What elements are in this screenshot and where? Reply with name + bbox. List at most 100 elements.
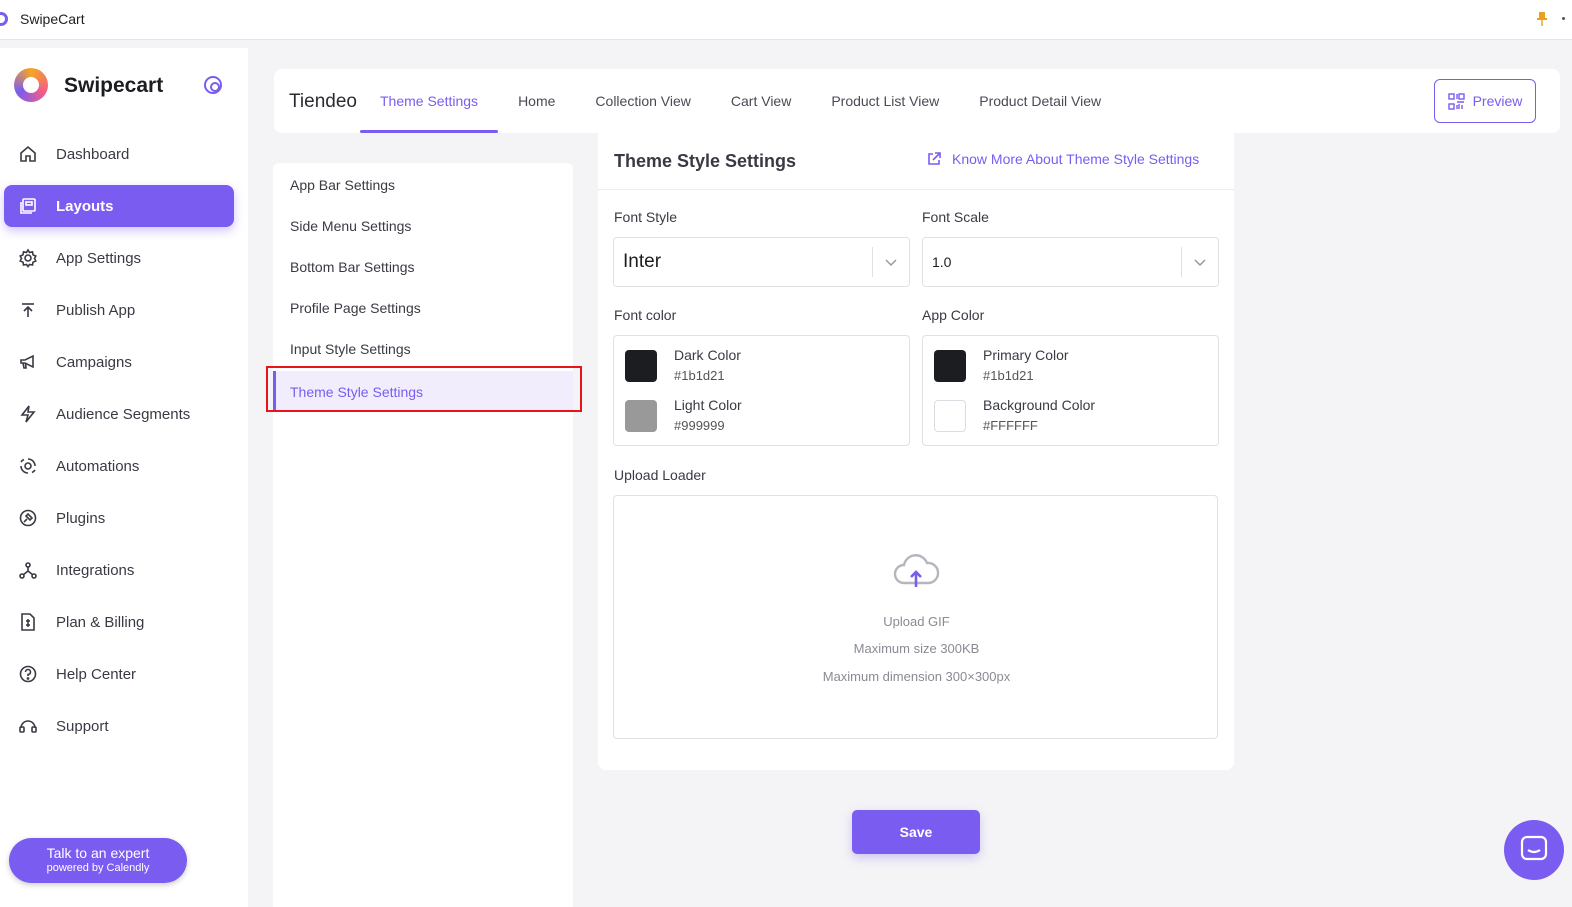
more-dot-icon[interactable]: [1562, 17, 1565, 20]
app-color-card: Primary Color #1b1d21 Background Color #…: [922, 335, 1219, 446]
font-scale-label: Font Scale: [922, 209, 989, 225]
sidebar-item-audience-segments[interactable]: Audience Segments: [4, 393, 234, 435]
sidebar-item-label: Help Center: [56, 665, 137, 683]
automation-icon: [18, 456, 38, 476]
tab-product-detail-view[interactable]: Product Detail View: [959, 69, 1121, 133]
sidebar-item-label: Layouts: [56, 197, 114, 215]
sidebar-item-label: Dashboard: [56, 145, 130, 163]
tab-home[interactable]: Home: [498, 69, 575, 133]
app-logo-icon: [0, 12, 8, 26]
color-name: Background Color: [983, 397, 1096, 413]
save-button[interactable]: Save: [852, 810, 980, 854]
tab-theme-settings[interactable]: Theme Settings: [360, 69, 499, 133]
chevron-down-icon: [885, 259, 897, 267]
sidebar-item-label: Plan & Billing: [56, 613, 145, 631]
panel-title: Theme Style Settings: [614, 151, 797, 171]
sidebar-item-label: Automations: [56, 457, 140, 475]
menu-item-side-menu-settings[interactable]: Side Menu Settings: [273, 205, 573, 246]
upload-title: Upload GIF: [883, 614, 950, 629]
light-color-swatch[interactable]: [625, 400, 657, 432]
qr-code-icon: [1447, 92, 1465, 110]
sidebar-item-publish-app[interactable]: Publish App: [4, 289, 234, 331]
sidebar-nav: Dashboard Layouts App Settings Publish A…: [4, 133, 234, 757]
integrations-icon: [18, 560, 38, 580]
sidebar-item-plugins[interactable]: Plugins: [4, 497, 234, 539]
pin-icon[interactable]: [1537, 12, 1547, 26]
upload-max-size: Maximum size 300KB: [853, 641, 980, 656]
font-scale-select[interactable]: 1.0: [922, 237, 1219, 287]
sidebar-item-support[interactable]: Support: [4, 705, 234, 747]
panel-header: Theme Style Settings Know More About The…: [598, 133, 1234, 190]
dark-color-swatch[interactable]: [625, 350, 657, 382]
megaphone-icon: [18, 352, 38, 372]
sidebar-item-app-settings[interactable]: App Settings: [4, 237, 234, 279]
font-style-select[interactable]: Inter: [613, 237, 910, 287]
dark-color-picker[interactable]: Dark Color #1b1d21: [625, 347, 895, 387]
sidebar-item-integrations[interactable]: Integrations: [4, 549, 234, 591]
sidebar-item-layouts[interactable]: Layouts: [4, 185, 234, 227]
menu-item-profile-page-settings[interactable]: Profile Page Settings: [273, 287, 573, 328]
font-color-label: Font color: [614, 307, 677, 323]
sidebar-item-label: Publish App: [56, 301, 136, 319]
color-name: Primary Color: [983, 347, 1069, 363]
font-scale-value: 1.0: [932, 254, 952, 270]
sidebar-item-dashboard[interactable]: Dashboard: [4, 133, 234, 175]
chevron-down-icon: [1194, 259, 1206, 267]
sidebar-item-campaigns[interactable]: Campaigns: [4, 341, 234, 383]
annotation-highlight-box: [266, 366, 582, 412]
upload-max-dimension: Maximum dimension 300×300px: [822, 669, 1011, 684]
layout-tabs: Theme Settings Home Collection View Cart…: [360, 69, 1121, 133]
chat-launcher-button[interactable]: [1504, 820, 1564, 880]
light-color-picker[interactable]: Light Color #999999: [625, 397, 895, 437]
talk-to-expert-button[interactable]: Talk to an expert powered by Calendly: [9, 838, 187, 883]
sidebar-item-label: Audience Segments: [56, 405, 191, 423]
preview-label: Preview: [1472, 93, 1523, 109]
brand: Swipecart: [14, 68, 163, 102]
settings-menu: App Bar Settings Side Menu Settings Bott…: [266, 163, 582, 907]
expert-label: Talk to an expert: [46, 845, 150, 861]
store-name: Tiendeo: [289, 91, 357, 112]
expert-sublabel: powered by Calendly: [46, 862, 150, 874]
theme-style-panel: Theme Style Settings Know More About The…: [598, 133, 1234, 770]
menu-item-app-bar-settings[interactable]: App Bar Settings: [273, 164, 573, 205]
upload-loader-dropzone[interactable]: Upload GIF Maximum size 300KB Maximum di…: [613, 495, 1218, 739]
upload-loader-label: Upload Loader: [614, 467, 706, 483]
color-name: Light Color: [674, 397, 742, 413]
tab-cart-view[interactable]: Cart View: [711, 69, 811, 133]
brand-target-icon[interactable]: [204, 76, 222, 94]
tab-product-list-view[interactable]: Product List View: [811, 69, 959, 133]
color-hex: #1b1d21: [674, 368, 725, 383]
color-hex: #1b1d21: [983, 368, 1034, 383]
support-icon: [18, 716, 38, 736]
sidebar-item-plan-billing[interactable]: Plan & Billing: [4, 601, 234, 643]
sidebar-item-automations[interactable]: Automations: [4, 445, 234, 487]
billing-icon: [18, 612, 38, 632]
background-color-picker[interactable]: Background Color #FFFFFF: [934, 397, 1204, 437]
brand-name: Swipecart: [64, 74, 164, 97]
sidebar-item-label: Plugins: [56, 509, 106, 527]
sidebar-item-label: Integrations: [56, 561, 135, 579]
background-color-swatch[interactable]: [934, 400, 966, 432]
help-icon: [18, 664, 38, 684]
window-titlebar: SwipeCart: [0, 0, 1572, 40]
swipecart-logo-icon: [14, 68, 48, 102]
menu-item-bottom-bar-settings[interactable]: Bottom Bar Settings: [273, 246, 573, 287]
menu-item-input-style-settings[interactable]: Input Style Settings: [273, 328, 573, 369]
preview-button[interactable]: Preview: [1434, 79, 1536, 123]
color-name: Dark Color: [674, 347, 741, 363]
home-icon: [18, 144, 38, 164]
font-style-value: Inter: [623, 251, 662, 272]
know-more-link[interactable]: Know More About Theme Style Settings: [926, 151, 1199, 167]
sidebar-item-help-center[interactable]: Help Center: [4, 653, 234, 695]
external-link-icon: [928, 152, 941, 165]
sidebar-item-label: Support: [56, 717, 109, 735]
font-color-card: Dark Color #1b1d21 Light Color #999999: [613, 335, 910, 446]
know-more-label: Know More About Theme Style Settings: [952, 151, 1200, 167]
sidebar-item-label: App Settings: [56, 249, 142, 267]
color-hex: #FFFFFF: [983, 418, 1038, 433]
lightning-icon: [18, 404, 38, 424]
primary-color-picker[interactable]: Primary Color #1b1d21: [934, 347, 1204, 387]
layouts-icon: [18, 196, 38, 216]
tab-collection-view[interactable]: Collection View: [575, 69, 710, 133]
primary-color-swatch[interactable]: [934, 350, 966, 382]
